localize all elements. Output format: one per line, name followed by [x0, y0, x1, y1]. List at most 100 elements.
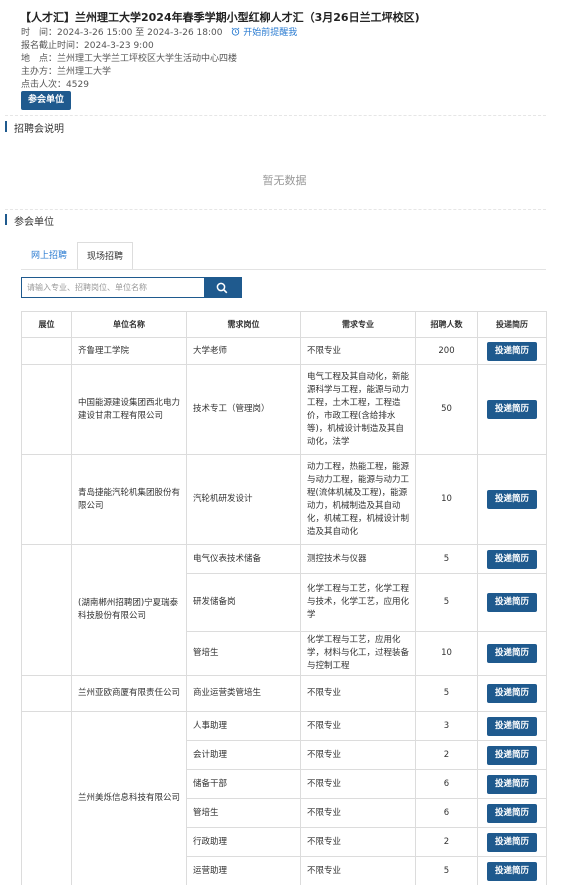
major-cell: 不限专业: [300, 827, 416, 857]
apply-cell: 投递简历: [477, 740, 547, 770]
major-cell: 不限专业: [300, 798, 416, 828]
clicks-value: 4529: [66, 80, 89, 90]
time-value: 2024-3-26 15:00 至 2024-3-26 18:00: [57, 28, 223, 38]
company-name-cell[interactable]: 兰州美烁信息科技有限公司: [71, 711, 187, 885]
search-button[interactable]: [204, 278, 241, 297]
booth-cell: [21, 544, 72, 676]
divider: [5, 115, 546, 116]
section-marker: [5, 121, 7, 132]
participants-title: 参会单位: [14, 217, 54, 228]
apply-resume-button[interactable]: 投递简历: [487, 774, 537, 794]
count-cell: 5: [415, 675, 478, 712]
position-cell: 研发储备岗: [186, 573, 301, 632]
apply-cell: 投递简历: [477, 631, 547, 676]
place-label: 地 点：: [21, 54, 58, 64]
booth-cell: [21, 454, 72, 545]
company-name-cell[interactable]: 兰州亚欧商厦有限责任公司: [71, 675, 187, 712]
major-cell: 化学工程与工艺，化学工程与技术，化学工艺，应用化学: [300, 573, 416, 632]
count-cell: 10: [415, 631, 478, 676]
host-label: 主办方：: [21, 67, 58, 77]
col-header-position: 需求岗位: [186, 311, 301, 338]
apply-resume-button[interactable]: 投递简历: [487, 861, 537, 881]
count-cell: 10: [415, 454, 478, 545]
position-cell: 大学老师: [186, 337, 301, 365]
search-input[interactable]: [22, 278, 205, 297]
position-cell: 商业运营类管培生: [186, 675, 301, 712]
table-header-row: 展位 单位名称 需求岗位 需求专业 招聘人数 投递简历: [21, 311, 547, 338]
company-name-cell[interactable]: 青岛捷能汽轮机集团股份有限公司: [71, 454, 187, 545]
booth-cell: [21, 675, 72, 712]
apply-resume-button[interactable]: 投递简历: [487, 341, 537, 361]
count-cell: 2: [415, 740, 478, 770]
company-name-cell[interactable]: 中国能源建设集团西北电力建设甘肃工程有限公司: [71, 364, 187, 455]
time-label: 时 间：: [21, 28, 58, 38]
table-row: (湖南郴州招聘团)宁夏瑞泰科技股份有限公司 电气仪表技术储备 测控技术与仪器 5 投递简…: [21, 544, 547, 676]
position-cell: 管培生: [186, 631, 301, 676]
alarm-clock-icon: [232, 27, 240, 36]
col-header-count: 招聘人数: [415, 311, 478, 338]
apply-cell: 投递简历: [477, 364, 547, 455]
deadline-value: 2024-3-23 9:00: [84, 41, 154, 51]
apply-cell: 投递简历: [477, 337, 547, 365]
major-cell: 不限专业: [300, 856, 416, 885]
count-cell: 3: [415, 711, 478, 741]
apply-resume-button[interactable]: 投递简历: [487, 400, 537, 419]
host-value: 兰州理工大学: [57, 67, 112, 77]
apply-resume-button[interactable]: 投递简历: [487, 549, 537, 569]
apply-resume-button[interactable]: 投递简历: [487, 593, 537, 612]
clicks-label: 点击人次：: [21, 80, 67, 90]
table-row: 兰州亚欧商厦有限责任公司 商业运营类管培生 不限专业 5 投递简历: [21, 675, 547, 712]
apply-cell: 投递简历: [477, 711, 547, 741]
search-box: [21, 277, 242, 298]
clicks-row: 点击人次：4529: [21, 79, 89, 91]
remind-label: 开始前提醒我: [243, 28, 298, 38]
host-row: 主办方：兰州理工大学: [21, 66, 111, 78]
count-cell: 5: [415, 573, 478, 632]
join-units-button[interactable]: 参会单位: [21, 91, 71, 110]
deadline-label: 报名截止时间：: [21, 41, 85, 51]
apply-resume-button[interactable]: 投递简历: [487, 490, 537, 509]
position-cell: 汽轮机研发设计: [186, 454, 301, 545]
apply-cell: 投递简历: [477, 769, 547, 799]
position-cell: 行政助理: [186, 827, 301, 857]
col-header-company: 单位名称: [71, 311, 187, 338]
company-name-cell[interactable]: 齐鲁理工学院: [71, 337, 187, 365]
place-value: 兰州理工大学兰工坪校区大学生活动中心四楼: [57, 54, 238, 64]
table-row: 兰州美烁信息科技有限公司 人事助理 不限专业 3 投递简历: [21, 711, 547, 885]
apply-resume-button[interactable]: 投递简历: [487, 684, 537, 703]
tab-underline: [21, 269, 546, 270]
col-header-major: 需求专业: [300, 311, 416, 338]
apply-cell: 投递简历: [477, 856, 547, 885]
apply-cell: 投递简历: [477, 798, 547, 828]
apply-resume-button[interactable]: 投递简历: [487, 644, 537, 663]
count-cell: 200: [415, 337, 478, 365]
company-name-cell[interactable]: (湖南郴州招聘团)宁夏瑞泰科技股份有限公司: [71, 544, 187, 676]
count-cell: 5: [415, 544, 478, 574]
table-row: 中国能源建设集团西北电力建设甘肃工程有限公司 技术专工（管理岗） 电气工程及其自动化…: [21, 364, 547, 455]
position-cell: 电气仪表技术储备: [186, 544, 301, 574]
count-cell: 6: [415, 769, 478, 799]
col-header-booth: 展位: [21, 311, 72, 338]
apply-cell: 投递简历: [477, 827, 547, 857]
booth-cell: [21, 337, 72, 365]
apply-resume-button[interactable]: 投递简历: [487, 745, 537, 765]
deadline-row: 报名截止时间：2024-3-23 9:00: [21, 40, 154, 52]
position-cell: 管培生: [186, 798, 301, 828]
tab-online[interactable]: 网上招聘: [21, 242, 77, 270]
divider: [5, 209, 546, 210]
time-row: 时 间：2024-3-26 15:00 至 2024-3-26 18:00 开始…: [21, 27, 297, 39]
apply-cell: 投递简历: [477, 544, 547, 574]
position-cell: 储备干部: [186, 769, 301, 799]
remind-link[interactable]: 开始前提醒我: [231, 27, 298, 38]
major-cell: 不限专业: [300, 740, 416, 770]
apply-resume-button[interactable]: 投递简历: [487, 803, 537, 823]
tab-onsite[interactable]: 现场招聘: [77, 242, 133, 270]
major-cell: 不限专业: [300, 769, 416, 799]
count-cell: 5: [415, 856, 478, 885]
apply-resume-button[interactable]: 投递简历: [487, 716, 537, 736]
search-icon: [216, 282, 228, 294]
apply-cell: 投递简历: [477, 573, 547, 632]
apply-resume-button[interactable]: 投递简历: [487, 832, 537, 852]
table-row: 齐鲁理工学院 大学老师 不限专业 200 投递简历: [21, 337, 547, 365]
count-cell: 2: [415, 827, 478, 857]
